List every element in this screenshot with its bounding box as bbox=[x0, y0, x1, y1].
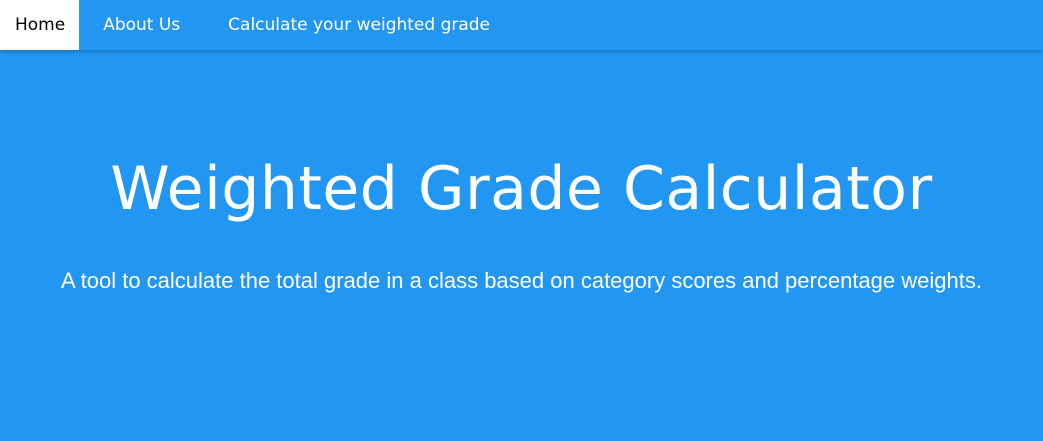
page-title: Weighted Grade Calculator bbox=[110, 154, 933, 224]
hero-section: Weighted Grade Calculator A tool to calc… bbox=[0, 50, 1043, 441]
nav-home-link[interactable]: Home bbox=[0, 0, 80, 50]
nav-calculate-link[interactable]: Calculate your weighted grade bbox=[212, 0, 506, 50]
nav-about-us-link[interactable]: About Us bbox=[87, 0, 196, 50]
top-navbar: Home About Us Calculate your weighted gr… bbox=[0, 0, 1043, 50]
page-subtitle: A tool to calculate the total grade in a… bbox=[61, 268, 982, 293]
